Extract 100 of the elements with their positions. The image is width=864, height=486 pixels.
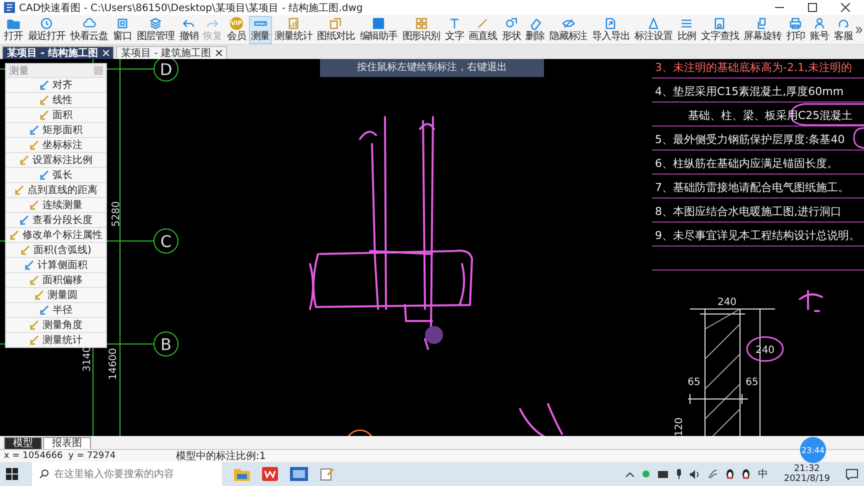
penguin-icon[interactable] bbox=[742, 469, 750, 479]
clock-icon bbox=[40, 17, 54, 30]
note-line: 4、垫层采用C15素混凝土,厚度60mm bbox=[655, 85, 844, 98]
toolbar-button[interactable]: 文字 bbox=[442, 16, 466, 44]
measure-tool-icon bbox=[20, 215, 30, 225]
maximize-icon[interactable] bbox=[808, 3, 817, 12]
toolbar-button[interactable]: 图形识别 bbox=[400, 16, 442, 44]
measure-tool-item[interactable]: 面积(含弧线) bbox=[6, 242, 106, 257]
toolbar-button[interactable]: 客服 bbox=[832, 16, 855, 44]
note-line: 5、最外侧受力钢筋保护层厚度:条基40 bbox=[655, 133, 845, 146]
annotation-scale: 模型中的标注比例:1 bbox=[176, 450, 266, 463]
measure-tool-item[interactable]: 修改单个标注属性 bbox=[6, 227, 106, 242]
toolbar-button[interactable]: 屏幕旋转 bbox=[742, 16, 784, 44]
toolbar-button[interactable]: 比例 bbox=[675, 16, 698, 44]
measure-tool-item[interactable]: 设置标注比例 bbox=[6, 152, 106, 167]
measure-tool-item[interactable]: 面积 bbox=[6, 107, 106, 122]
measure-tool-item[interactable]: 查看分段长度 bbox=[6, 212, 106, 227]
toolbar-button[interactable]: 撤销 bbox=[177, 16, 200, 44]
toolbar-button[interactable]: 快看云盘 bbox=[68, 16, 110, 44]
toolbar-button[interactable]: 打印 bbox=[784, 16, 808, 44]
wifi-icon[interactable] bbox=[708, 470, 718, 478]
measure-tool-icon bbox=[30, 200, 40, 210]
measure-tool-icon bbox=[40, 170, 50, 180]
measure-tool-icon bbox=[20, 245, 31, 255]
toolbar-button[interactable]: 测量 bbox=[248, 16, 272, 44]
toolbar-button[interactable]: 删除 bbox=[524, 16, 547, 44]
measure-tool-item[interactable]: 面积偏移 bbox=[6, 272, 106, 287]
eraser-icon bbox=[528, 17, 542, 30]
layout-tab[interactable]: 模型 bbox=[4, 437, 42, 449]
dimension-label: 14600 bbox=[108, 348, 119, 380]
toolbar-button[interactable]: 测量统计 bbox=[272, 16, 314, 44]
search-icon bbox=[39, 469, 49, 479]
toolbar-button[interactable]: 画直线 bbox=[466, 16, 499, 44]
toolbar-button[interactable]: 文字查找 bbox=[699, 16, 741, 44]
measure-tool-icon bbox=[30, 140, 40, 150]
measure-tool-item[interactable]: 半径 bbox=[6, 302, 106, 317]
more-icon[interactable] bbox=[856, 26, 862, 34]
measure-tool-item[interactable]: 对齐 bbox=[6, 77, 106, 92]
measure-tool-icon bbox=[30, 320, 40, 330]
toolbar-button[interactable]: 编辑助手 bbox=[358, 16, 400, 44]
measure-tool-icon bbox=[40, 305, 50, 315]
app-icon[interactable] bbox=[262, 467, 278, 481]
axis-bubble bbox=[154, 59, 178, 82]
notepad-icon[interactable] bbox=[320, 467, 334, 481]
toolbar-button[interactable]: 打开 bbox=[2, 16, 25, 44]
clock-time[interactable]: 21:32 bbox=[794, 464, 820, 474]
taskbar-search-field[interactable]: 在这里输入你要搜索的内容 bbox=[32, 462, 222, 486]
cloud-icon bbox=[82, 17, 96, 30]
measure-tool-icon bbox=[30, 335, 40, 345]
note-line: 7、基础防雷接地请配合电气图纸施工。 bbox=[655, 181, 849, 194]
clock-date[interactable]: 2021/8/19 bbox=[784, 474, 830, 484]
measure-tool-item[interactable]: 测量统计 bbox=[6, 332, 106, 347]
toolbar-button[interactable]: 隐藏标注 bbox=[548, 16, 590, 44]
measure-tool-icon bbox=[40, 95, 50, 105]
notification-icon[interactable] bbox=[846, 468, 858, 480]
measure-tool-icon bbox=[10, 230, 20, 240]
grid-icon bbox=[414, 17, 428, 30]
measure-tool-icon bbox=[30, 275, 40, 285]
toolbar-button[interactable]: 最近打开 bbox=[26, 16, 68, 44]
compare-icon bbox=[329, 17, 342, 30]
text-icon bbox=[448, 17, 461, 30]
toolbar-button[interactable]: 窗口 bbox=[110, 16, 134, 44]
measure-tool-item[interactable]: 线性 bbox=[6, 92, 106, 107]
measure-tool-item[interactable]: 弧长 bbox=[6, 167, 106, 182]
hint-tooltip: 按住鼠标左键绘制标注，右键退出 bbox=[320, 59, 544, 77]
panel-toggle-icon[interactable] bbox=[94, 66, 103, 75]
toolbar-button[interactable]: 标注设置 bbox=[632, 16, 674, 44]
window-title: CAD快速看图 - C:\Users\86150\Desktop\某项目\某项目 - 结构施工图.dwg bbox=[19, 2, 363, 14]
document-tab[interactable]: 某项目 - 建筑施工图 bbox=[116, 46, 228, 59]
folder-icon[interactable] bbox=[234, 467, 250, 481]
measure-tool-item[interactable]: 测量角度 bbox=[6, 317, 106, 332]
close-icon[interactable] bbox=[841, 3, 850, 12]
speaker-icon[interactable] bbox=[690, 470, 700, 478]
toolbar-button[interactable]: 图层管理 bbox=[134, 16, 176, 44]
measure-tool-item[interactable]: 矩形面积 bbox=[6, 122, 106, 137]
chart-icon bbox=[286, 17, 300, 30]
input-method-indicator[interactable]: 中 bbox=[758, 467, 768, 481]
document-tab[interactable]: 某项目 - 结构施工图 bbox=[2, 46, 114, 59]
toolbar-button[interactable]: 账号 bbox=[808, 16, 831, 44]
toolbar-button[interactable]: 形状 bbox=[500, 16, 523, 44]
windows-start-icon[interactable] bbox=[6, 468, 18, 480]
measure-tool-item[interactable]: 测量圆 bbox=[6, 287, 106, 302]
measure-tool-icon bbox=[24, 260, 34, 270]
app-icon[interactable] bbox=[290, 467, 308, 481]
toolbar-button[interactable]: 导入导出 bbox=[590, 16, 632, 44]
microphone-icon[interactable] bbox=[676, 469, 682, 479]
note-line: 6、柱纵筋在基础内应满足锚固长度。 bbox=[655, 157, 838, 170]
toolbar-button[interactable]: 图纸对比 bbox=[315, 16, 357, 44]
search-icon bbox=[713, 17, 726, 30]
caret-up-icon[interactable] bbox=[626, 472, 634, 476]
printer-icon bbox=[789, 17, 802, 30]
measure-tool-item[interactable]: 连续测量 bbox=[6, 197, 106, 212]
layout-tab[interactable]: 报表图 bbox=[43, 437, 91, 449]
dimension-label: 120 bbox=[674, 417, 685, 436]
measure-tool-item[interactable]: 坐标标注 bbox=[6, 137, 106, 152]
measure-tool-item[interactable]: 点到直线的距离 bbox=[6, 182, 106, 197]
close-icon[interactable] bbox=[216, 50, 222, 56]
measure-tool-item[interactable]: 计算侧面积 bbox=[6, 257, 106, 272]
lines-icon bbox=[680, 17, 694, 30]
penguin-icon[interactable] bbox=[726, 469, 734, 479]
